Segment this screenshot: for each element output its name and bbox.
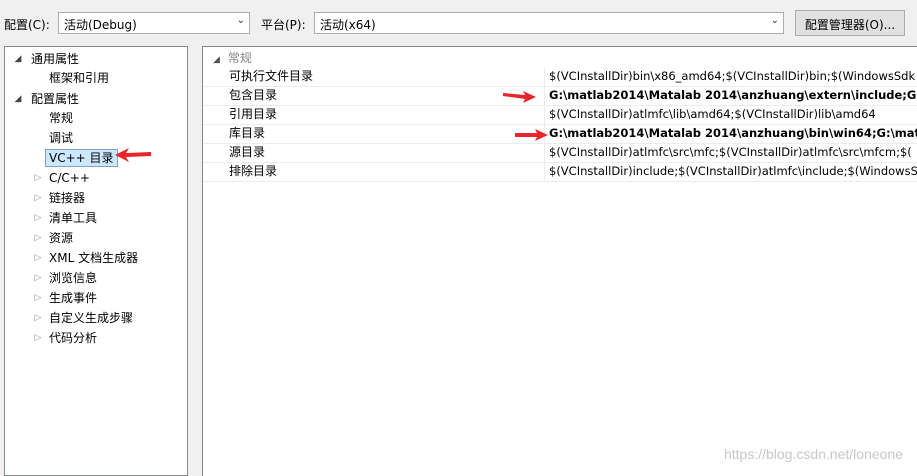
expand-triangle-icon[interactable]: ▷: [33, 229, 43, 247]
tree-node-vc-dirs[interactable]: VC++ 目录: [45, 149, 118, 167]
category-label: 常规: [227, 51, 252, 65]
property-row-exclude-dirs[interactable]: 排除目录 $(VCInstallDir)include;$(VCInstallD…: [203, 162, 917, 182]
tree-node-label: XML 文档生成器: [49, 251, 139, 265]
tree-node-build-events[interactable]: ▷ 生成事件: [33, 289, 97, 307]
tree-node-label: 资源: [49, 231, 74, 245]
expand-triangle-icon[interactable]: ▷: [33, 309, 43, 327]
expand-triangle-icon[interactable]: ▷: [33, 329, 43, 347]
tree-node-label: 代码分析: [49, 331, 98, 345]
tree-node-label: 通用属性: [31, 52, 80, 66]
expand-triangle-icon[interactable]: ▷: [33, 189, 43, 207]
expand-triangle-icon[interactable]: ▷: [33, 249, 43, 267]
property-name: 库目录: [229, 126, 266, 140]
annotation-arrow-icon: [115, 148, 151, 162]
property-value[interactable]: G:\matlab2014\Matalab 2014\anzhuang\exte…: [544, 86, 917, 105]
annotation-arrow-icon: [503, 91, 536, 103]
property-value[interactable]: G:\matlab2014\Matalab 2014\anzhuang\bin\…: [544, 124, 917, 143]
tree-node-label: 浏览信息: [49, 271, 98, 285]
tree-node-custom-build-step[interactable]: ▷ 自定义生成步骤: [33, 309, 133, 327]
tree-node-config-props[interactable]: ◢ 配置属性: [13, 90, 79, 108]
collapse-triangle-icon[interactable]: ◢: [13, 50, 23, 68]
property-tree: ◢ 通用属性 框架和引用 ◢ 配置属性 常规 调试 VC++ 目录 ▷ C/C+…: [4, 46, 188, 476]
watermark: https://blog.csdn.net/loneone: [723, 446, 903, 462]
config-select-value: 活动(Debug): [64, 18, 137, 32]
tree-node-xml-doc-gen[interactable]: ▷ XML 文档生成器: [33, 249, 139, 267]
tree-node-general[interactable]: 常规: [49, 109, 73, 127]
config-label: 配置(C):: [4, 18, 50, 32]
property-value[interactable]: $(VCInstallDir)bin\x86_amd64;$(VCInstall…: [544, 67, 917, 86]
tree-node-debugging[interactable]: 调试: [49, 129, 73, 147]
property-row-reference-dirs[interactable]: 引用目录 $(VCInstallDir)atlmfc\lib\amd64;$(V…: [203, 105, 917, 125]
tree-node-label: 常规: [49, 111, 74, 125]
tree-node-label: 配置属性: [31, 92, 80, 106]
tree-node-c-cpp[interactable]: ▷ C/C++: [33, 169, 90, 187]
tree-node-label: 调试: [49, 131, 74, 145]
platform-select[interactable]: 活动(x64) ⌄: [314, 12, 784, 34]
property-name: 引用目录: [229, 107, 278, 121]
tree-node-label: 清单工具: [49, 211, 98, 225]
property-name: 源目录: [229, 145, 266, 159]
property-row-library-dirs[interactable]: 库目录 G:\matlab2014\Matalab 2014\anzhuang\…: [203, 124, 917, 144]
property-row-source-dirs[interactable]: 源目录 $(VCInstallDir)atlmfc\src\mfc;$(VCIn…: [203, 143, 917, 163]
tree-node-resources[interactable]: ▷ 资源: [33, 229, 73, 247]
tree-node-framework-refs[interactable]: 框架和引用: [49, 69, 109, 87]
tree-node-label: 自定义生成步骤: [49, 311, 134, 325]
tree-node-label: 链接器: [49, 191, 86, 205]
expand-triangle-icon[interactable]: ▷: [33, 169, 43, 187]
config-select[interactable]: 活动(Debug) ⌄: [58, 12, 250, 34]
property-value[interactable]: $(VCInstallDir)include;$(VCInstallDir)at…: [544, 162, 917, 181]
tree-node-label: 生成事件: [49, 291, 98, 305]
platform-select-value: 活动(x64): [320, 18, 376, 32]
property-value[interactable]: $(VCInstallDir)atlmfc\src\mfc;$(VCInstal…: [544, 143, 917, 162]
expand-triangle-icon[interactable]: ▷: [33, 289, 43, 307]
property-value[interactable]: $(VCInstallDir)atlmfc\lib\amd64;$(VCInst…: [544, 105, 917, 124]
tree-node-browse-info[interactable]: ▷ 浏览信息: [33, 269, 97, 287]
tree-node-linker[interactable]: ▷ 链接器: [33, 189, 85, 207]
tree-node-label: C/C++: [49, 171, 90, 185]
collapse-triangle-icon[interactable]: ◢: [213, 55, 220, 65]
tree-node-code-analysis[interactable]: ▷ 代码分析: [33, 329, 97, 347]
config-toolbar: 配置(C): 活动(Debug) ⌄ 平台(P): 活动(x64) ⌄ 配置管理…: [0, 0, 917, 46]
tree-node-label: VC++ 目录: [49, 151, 114, 165]
platform-label: 平台(P):: [261, 18, 306, 32]
tree-node-general-props[interactable]: ◢ 通用属性: [13, 50, 79, 68]
annotation-arrow-icon: [515, 129, 548, 141]
property-row-include-dirs[interactable]: 包含目录 G:\matlab2014\Matalab 2014\anzhuang…: [203, 86, 917, 106]
collapse-triangle-icon[interactable]: ◢: [13, 90, 23, 108]
property-grid: ◢ 常规 可执行文件目录 $(VCInstallDir)bin\x86_amd64…: [202, 46, 917, 476]
config-manager-button[interactable]: 配置管理器(O)...: [795, 10, 905, 36]
property-name: 可执行文件目录: [229, 69, 314, 83]
category-header[interactable]: ◢ 常规: [213, 50, 252, 66]
chevron-down-icon: ⌄: [770, 15, 779, 26]
expand-triangle-icon[interactable]: ▷: [33, 269, 43, 287]
property-row-exec-dirs[interactable]: 可执行文件目录 $(VCInstallDir)bin\x86_amd64;$(V…: [203, 67, 917, 87]
expand-triangle-icon[interactable]: ▷: [33, 209, 43, 227]
property-name: 排除目录: [229, 164, 278, 178]
property-name: 包含目录: [229, 88, 278, 102]
tree-node-label: 框架和引用: [49, 71, 110, 85]
chevron-down-icon: ⌄: [236, 15, 245, 26]
tree-node-manifest-tool[interactable]: ▷ 清单工具: [33, 209, 97, 227]
